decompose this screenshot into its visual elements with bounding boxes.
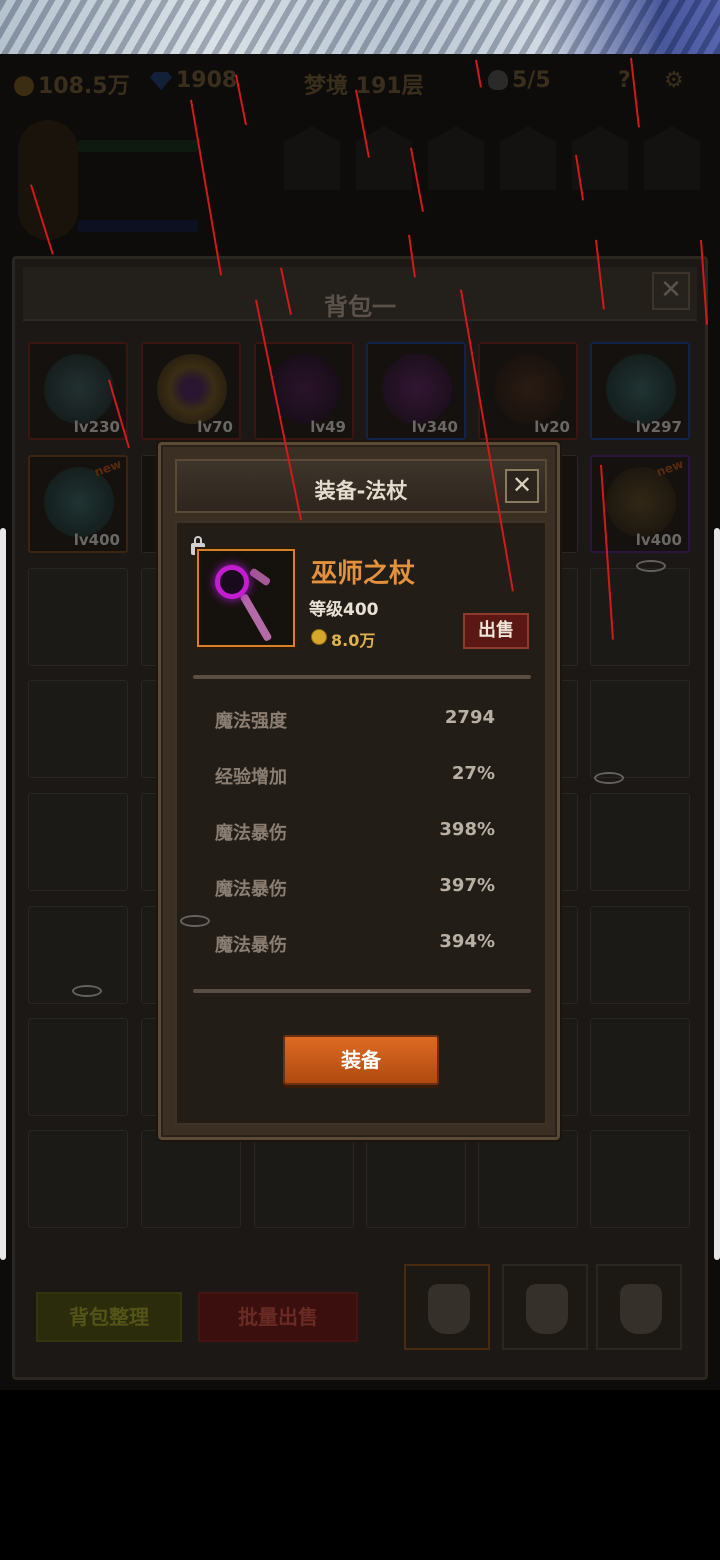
divider [193, 989, 531, 993]
inventory-item[interactable]: lv340 [366, 342, 466, 440]
skull-amount: 5/5 [512, 68, 551, 93]
empty-slot[interactable] [254, 1130, 354, 1228]
item-level: lv49 [310, 418, 346, 436]
ring-icon [157, 354, 227, 424]
bag-tab-2[interactable] [502, 1264, 588, 1350]
stat-value: 27% [451, 763, 495, 784]
item-level-label: 等级400 [309, 600, 379, 620]
item-portrait [197, 549, 295, 647]
gem-icon [150, 72, 172, 90]
bag-tab-1[interactable] [404, 1264, 490, 1350]
empty-slot[interactable] [590, 1018, 690, 1116]
gem-counter: 1908 [150, 68, 237, 93]
rain-ripple [594, 772, 624, 784]
background-sky [0, 0, 720, 54]
empty-slot[interactable] [28, 1018, 128, 1116]
backpack-title: 背包一 [324, 293, 396, 321]
backpack-header: 背包一 [23, 267, 697, 321]
new-badge: new [654, 456, 686, 480]
backpack-close-button[interactable]: ✕ [652, 272, 690, 310]
equipment-detail-dialog: 装备-法杖 ✕ 巫师之杖 等级400 8.0万 出售 魔法强度 2794 经验增… [158, 442, 560, 1140]
item-name: 巫师之杖 [311, 559, 416, 589]
orb-icon [606, 354, 676, 424]
inventory-item[interactable]: lv70 [141, 342, 241, 440]
settings-gear-icon[interactable]: ⚙ [664, 68, 684, 93]
empty-slot[interactable] [590, 1130, 690, 1228]
empty-slot[interactable] [366, 1130, 466, 1228]
screen-edge-left [0, 528, 6, 1260]
gold-counter: 108.5万 [14, 68, 130, 100]
item-level: lv297 [635, 418, 682, 436]
orb-icon [44, 467, 114, 537]
skull-icon [488, 70, 508, 90]
staff-icon [239, 593, 273, 643]
rain-ripple [72, 985, 102, 997]
bag-tab-3[interactable] [596, 1264, 682, 1350]
gold-coin-icon [14, 76, 34, 96]
hero-portrait [18, 120, 78, 240]
resource-bar: 108.5万 1908 梦境 191层 5/5 ? ⚙ [0, 54, 720, 108]
equip-button[interactable]: 装备 [283, 1035, 439, 1085]
empty-slot[interactable] [478, 1130, 578, 1228]
empty-slot[interactable] [28, 568, 128, 666]
claw-icon [494, 354, 564, 424]
item-level: lv70 [197, 418, 233, 436]
skull-counter: 5/5 [488, 68, 551, 93]
item-price: 8.0万 [331, 631, 376, 650]
feather-icon [606, 467, 676, 537]
dialog-title: 装备-法杖 [314, 479, 408, 503]
help-button[interactable]: ? [618, 68, 631, 93]
stage-label: 梦境 191层 [304, 74, 424, 99]
screen-edge-right [714, 528, 720, 1260]
stat-value: 397% [439, 875, 495, 896]
dialog-close-button[interactable]: ✕ [505, 469, 539, 503]
gold-amount: 108.5万 [38, 74, 130, 99]
empty-slot[interactable] [590, 680, 690, 778]
divider [193, 675, 531, 679]
stat-value: 394% [439, 931, 495, 952]
staff-prong [248, 567, 272, 587]
sort-backpack-button[interactable]: 背包整理 [36, 1292, 182, 1342]
inventory-item[interactable]: lv297 [590, 342, 690, 440]
empty-slot[interactable] [590, 793, 690, 891]
item-level: lv400 [635, 531, 682, 549]
feather-icon [270, 354, 340, 424]
stat-label: 魔法强度 [215, 711, 287, 732]
empty-slot[interactable] [590, 568, 690, 666]
gold-coin-icon [311, 629, 327, 645]
backpack-icon [526, 1284, 568, 1334]
stat-label: 魔法暴伤 [215, 879, 287, 900]
inventory-item[interactable]: lv20 [478, 342, 578, 440]
item-level: lv340 [411, 418, 458, 436]
new-badge: new [92, 456, 124, 480]
gem-amount: 1908 [176, 68, 238, 93]
rain-ripple [180, 915, 210, 927]
hero-hp-bar [78, 140, 198, 152]
backpack-icon [428, 1284, 470, 1334]
backpack-icon [620, 1284, 662, 1334]
inventory-item[interactable]: new lv400 [28, 455, 128, 553]
scythe-icon [44, 354, 114, 424]
empty-slot[interactable] [28, 793, 128, 891]
empty-slot[interactable] [590, 906, 690, 1004]
stat-label: 魔法暴伤 [215, 935, 287, 956]
stat-label: 魔法暴伤 [215, 823, 287, 844]
sell-button[interactable]: 出售 [463, 613, 529, 649]
empty-slot[interactable] [141, 1130, 241, 1228]
item-level: lv230 [73, 418, 120, 436]
item-level: lv20 [534, 418, 570, 436]
rain-ripple [636, 560, 666, 572]
stat-label: 经验增加 [215, 767, 287, 788]
hero-mana-bar [78, 220, 198, 232]
staff-icon [382, 354, 452, 424]
stat-value: 398% [439, 819, 495, 840]
empty-slot[interactable] [28, 1130, 128, 1228]
stat-value: 2794 [444, 707, 495, 728]
inventory-item[interactable]: lv49 [254, 342, 354, 440]
item-level: lv400 [73, 531, 120, 549]
staff-orb [215, 565, 249, 599]
bulk-sell-button[interactable]: 批量出售 [198, 1292, 358, 1342]
empty-slot[interactable] [28, 680, 128, 778]
